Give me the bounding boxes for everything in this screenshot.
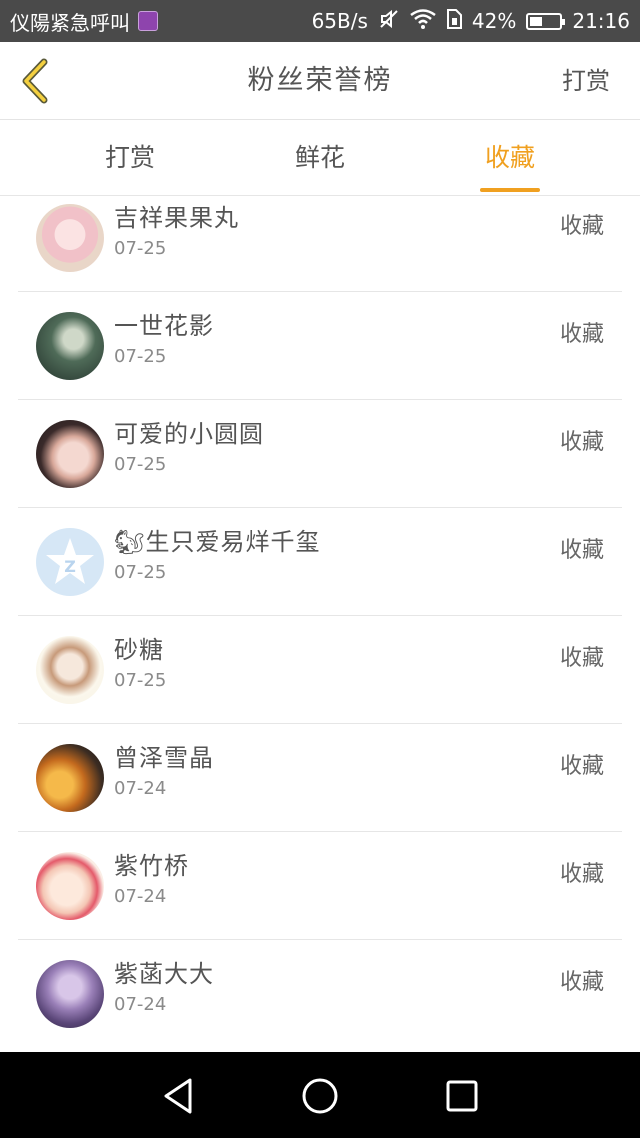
back-triangle-icon [164,1078,192,1114]
avatar [36,744,104,812]
fan-name: 吉祥果果丸 [114,204,239,232]
tab-favorites[interactable]: 收藏 [450,120,570,196]
fan-date: 07-25 [114,346,167,367]
avatar [36,312,104,380]
favorite-label: 收藏 [559,430,604,455]
tab-bar: 打赏 鲜花 收藏 [0,120,640,196]
nav-home-button[interactable] [298,1074,342,1118]
status-right: 65B/s 42% 21:16 [312,8,630,35]
fan-name: 曾泽雪晶 [114,744,214,772]
fan-date: 07-25 [114,454,167,475]
nav-back-button[interactable] [156,1074,200,1118]
system-nav-bar [0,1052,640,1138]
avatar [36,420,104,488]
avatar [36,852,104,920]
avatar [36,204,104,272]
emergency-call-text: 仪陽紧急呼叫 [10,10,130,35]
favorite-label: 收藏 [559,862,604,887]
list-item[interactable]: 曾泽雪晶 07-24 收藏 [0,724,640,832]
default-star-avatar-icon: Z [46,538,94,584]
fan-name: 可爱的小圆圆 [114,420,264,448]
battery-icon [526,12,566,30]
favorite-label: 收藏 [559,538,604,563]
favorite-label: 收藏 [559,322,604,347]
reward-button[interactable]: 打赏 [562,42,610,120]
list-item[interactable]: 紫菡大大 07-24 收藏 [0,940,640,1048]
nav-recents-button[interactable] [440,1074,484,1118]
fan-list: 吉祥果果丸 07-25 收藏 一世花影 07-25 收藏 可爱的小圆圆 07-2… [0,196,640,1052]
tab-reward[interactable]: 打赏 [70,120,190,196]
fan-name: 紫竹桥 [114,852,189,880]
avatar [36,960,104,1028]
gallery-notification-icon [138,11,158,31]
favorite-label: 收藏 [559,754,604,779]
list-item[interactable]: 砂糖 07-25 收藏 [0,616,640,724]
network-speed: 65B/s [311,9,368,33]
list-item[interactable]: 紫竹桥 07-24 收藏 [0,832,640,940]
list-item[interactable]: Z 🐿生只爱易烊千玺 07-25 收藏 [0,508,640,616]
fan-name: 紫菡大大 [114,960,214,988]
status-left: 仪陽紧急呼叫 [10,7,158,36]
fan-name: 一世花影 [114,312,214,340]
avatar: Z [36,528,104,596]
fan-date: 07-25 [114,562,167,583]
fan-name: 砂糖 [114,636,164,664]
list-item[interactable]: 可爱的小圆圆 07-25 收藏 [0,400,640,508]
fan-date: 07-24 [114,994,167,1015]
status-bar: 仪陽紧急呼叫 65B/s 42% 21:16 [0,0,640,42]
favorite-label: 收藏 [559,214,604,239]
fan-date: 07-25 [114,238,167,259]
tab-flowers[interactable]: 鲜花 [260,120,380,196]
fan-date: 07-24 [114,886,167,907]
list-item[interactable]: 吉祥果果丸 07-25 收藏 [0,196,640,292]
favorite-label: 收藏 [559,970,604,995]
list-item[interactable]: 一世花影 07-25 收藏 [0,292,640,400]
wifi-icon [410,8,436,34]
avatar [36,636,104,704]
svg-text:Z: Z [64,557,76,576]
favorite-label: 收藏 [559,646,604,671]
fan-name: 🐿生只爱易烊千玺 [114,528,321,556]
fan-date: 07-24 [114,778,167,799]
page-title: 粉丝荣誉榜 [247,65,393,96]
clock: 21:16 [572,9,630,33]
recent-square-icon [446,1080,478,1112]
mute-icon [378,8,400,35]
home-circle-icon [302,1078,338,1114]
fan-date: 07-25 [114,670,167,691]
battery-percent: 42% [471,9,517,33]
sim-icon [446,8,462,34]
app-header: 粉丝荣誉榜 打赏 [0,42,640,120]
